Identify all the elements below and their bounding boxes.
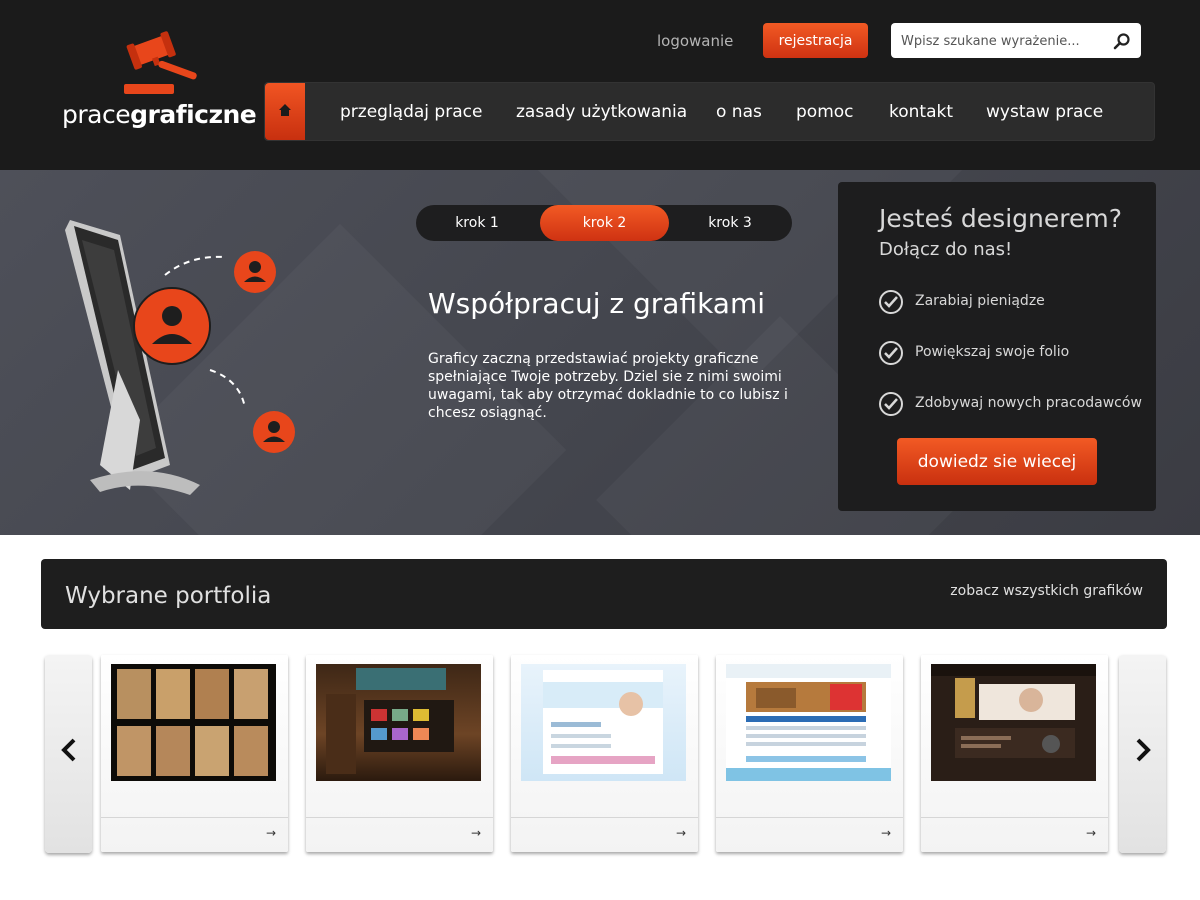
check-circle-icon [879, 392, 903, 416]
portfolio-thumbnail [726, 664, 891, 781]
arrow-right-icon[interactable]: → [266, 826, 276, 840]
join-title: Jesteś designerem? [879, 204, 1122, 233]
site-header: pracegraficzne logowanie rejestracja prz… [0, 0, 1200, 170]
card-divider [511, 817, 698, 818]
chevron-left-icon [61, 738, 76, 762]
register-button[interactable]: rejestracja [763, 23, 868, 58]
chevron-right-icon [1136, 738, 1151, 762]
home-icon [279, 104, 291, 116]
arrow-right-icon[interactable]: → [471, 826, 481, 840]
hero-description: Graficy zaczną przedstawiać projekty gra… [428, 351, 788, 421]
carousel-next-button[interactable] [1119, 655, 1166, 853]
nav-item-rules[interactable]: zasady użytkowania [516, 102, 687, 122]
gavel-icon [124, 31, 197, 94]
search-box [891, 23, 1141, 58]
portfolio-card[interactable]: → [511, 655, 698, 852]
hero-title: Współpracuj z grafikami [428, 287, 766, 320]
carousel-prev-button[interactable] [45, 655, 92, 853]
check-circle-icon [879, 341, 903, 365]
arrow-right-icon[interactable]: → [1086, 826, 1096, 840]
card-divider [101, 817, 288, 818]
search-input[interactable] [901, 31, 1101, 51]
designer-join-panel: Jesteś designerem? Dołącz do nas! Zarabi… [838, 182, 1156, 511]
login-link[interactable]: logowanie [657, 32, 733, 50]
portfolio-thumbnail [931, 664, 1096, 781]
nav-home-button[interactable] [265, 83, 305, 140]
portfolio-title: Wybrane portfolia [65, 583, 272, 609]
portfolio-card[interactable]: → [101, 655, 288, 852]
nav-item-contact[interactable]: kontakt [889, 102, 953, 122]
nav-item-browse[interactable]: przeglądaj prace [340, 102, 482, 122]
portfolio-thumbnail [521, 664, 686, 781]
search-icon[interactable] [1113, 32, 1131, 50]
step-3-tab[interactable]: krok 3 [668, 205, 792, 241]
check-circle-icon [879, 290, 903, 314]
card-divider [306, 817, 493, 818]
hero-section: krok 1 krok 2 krok 3 Współpracuj z grafi… [0, 170, 1200, 535]
portfolio-thumbnail [316, 664, 481, 781]
step-switcher: krok 1 krok 2 krok 3 [416, 205, 792, 241]
arrow-right-icon[interactable]: → [676, 826, 686, 840]
main-nav: przeglądaj prace zasady użytkowania o na… [264, 82, 1155, 141]
see-all-designers-link[interactable]: zobacz wszystkich grafików [950, 583, 1143, 599]
portfolio-card[interactable]: → [716, 655, 903, 852]
arrow-right-icon[interactable]: → [881, 826, 891, 840]
nav-item-submit-work[interactable]: wystaw prace [986, 102, 1103, 122]
nav-item-help[interactable]: pomoc [796, 102, 854, 122]
step-2-tab[interactable]: krok 2 [540, 205, 669, 241]
logo-text: pracegraficzne [62, 100, 257, 129]
step-1-tab[interactable]: krok 1 [416, 205, 538, 241]
site-logo[interactable]: pracegraficzne [62, 30, 257, 134]
learn-more-button[interactable]: dowiedz sie wiecej [897, 438, 1097, 485]
card-divider [716, 817, 903, 818]
portfolio-card[interactable]: → [306, 655, 493, 852]
nav-item-about[interactable]: o nas [716, 102, 762, 122]
portfolio-header: Wybrane portfolia zobacz wszystkich graf… [41, 559, 1167, 629]
portfolio-thumbnail [111, 664, 276, 781]
join-subtitle: Dołącz do nas! [879, 239, 1013, 260]
portfolio-card[interactable]: → [921, 655, 1108, 852]
computer-illustration [65, 220, 295, 495]
card-divider [921, 817, 1108, 818]
